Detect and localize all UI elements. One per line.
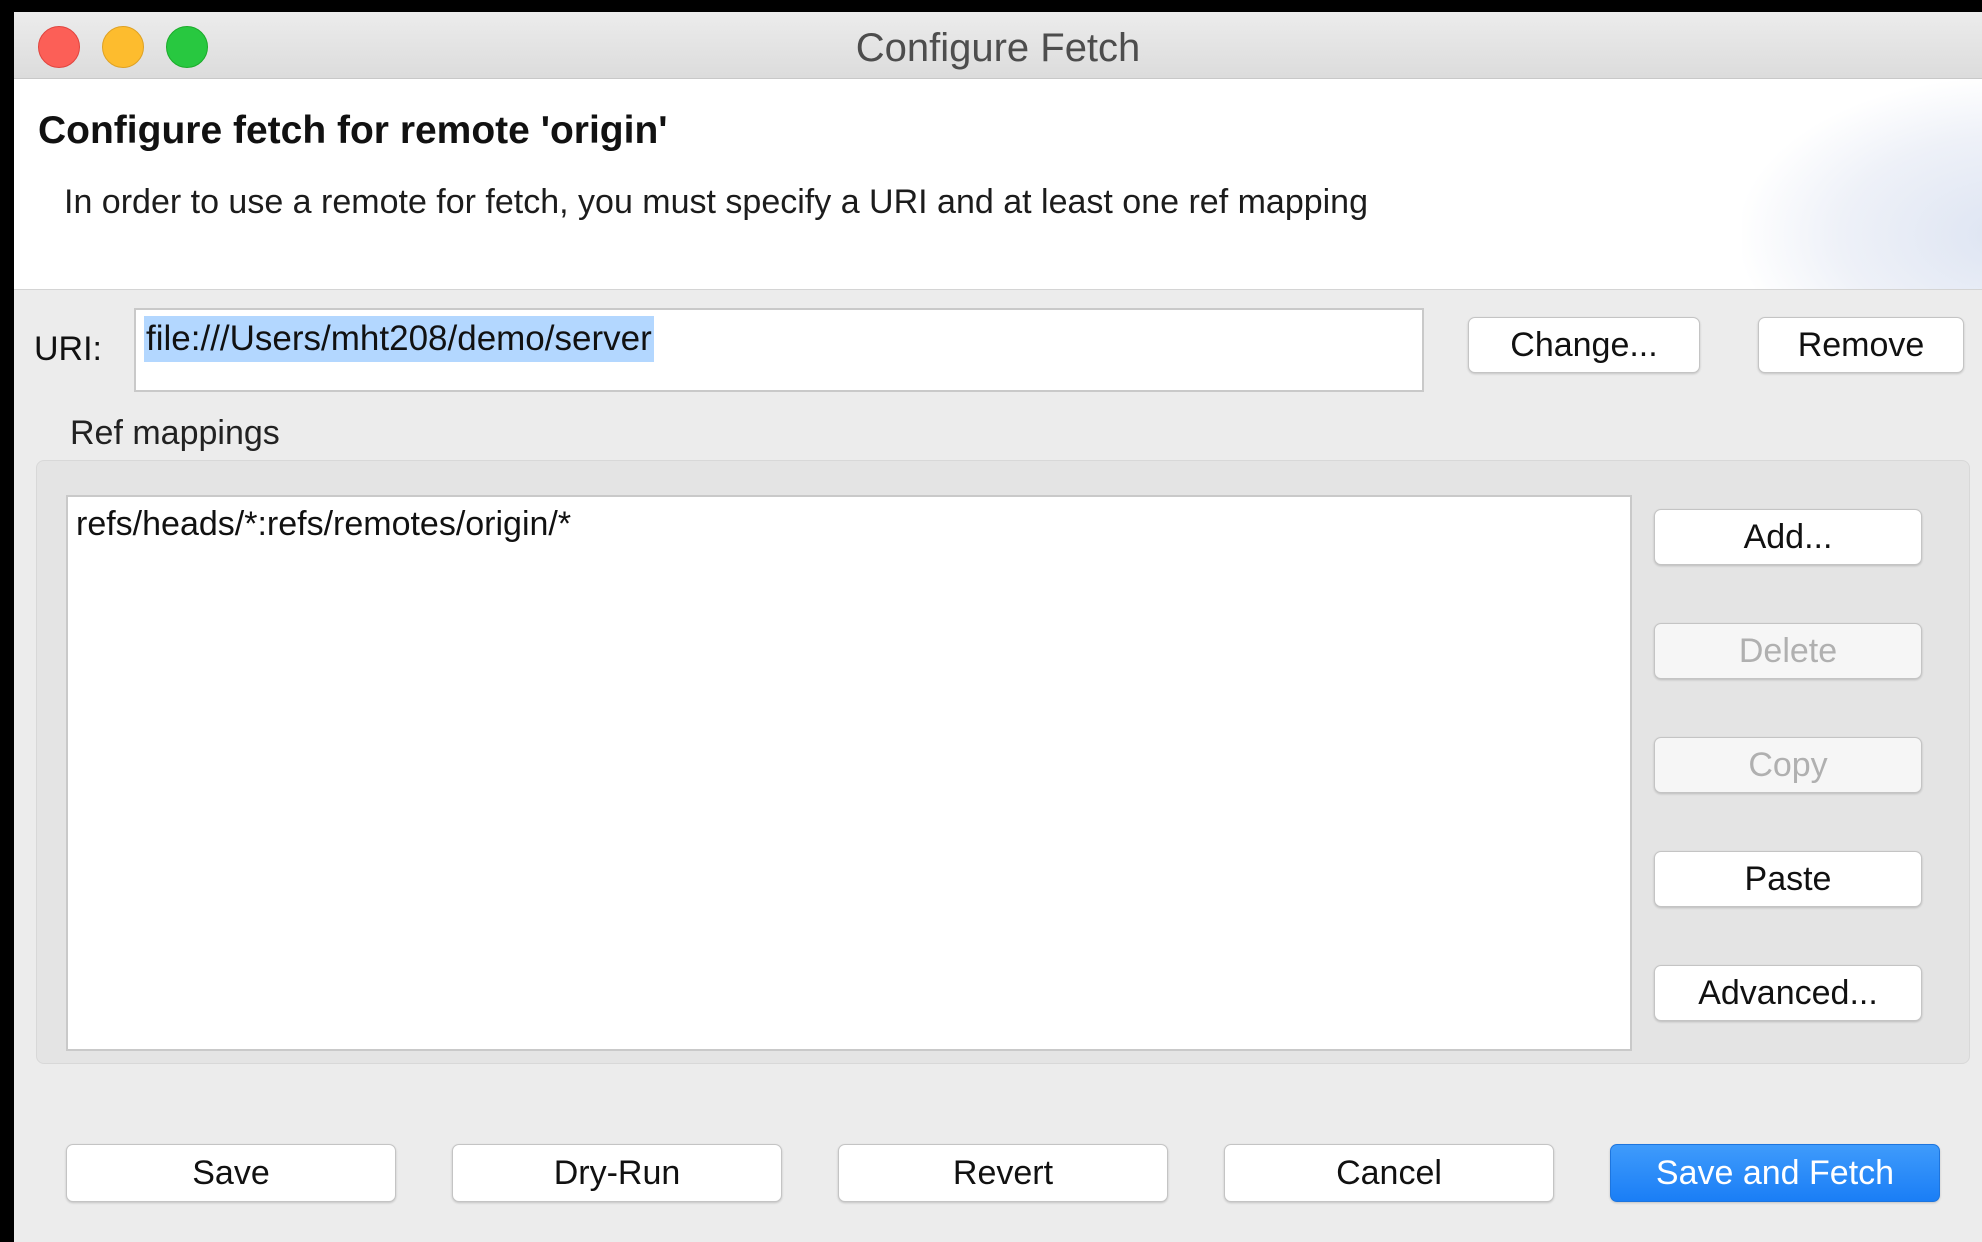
window-title: Configure Fetch [855,26,1141,70]
dialog-heading: Configure fetch for remote 'origin' [38,109,668,152]
ref-mappings-legend: Ref mappings [70,414,280,452]
title-bar[interactable]: Configure Fetch [14,12,1982,79]
configure-fetch-window: Configure Fetch Configure fetch for remo… [14,12,1982,1242]
uri-input-selected-text: file:///Users/mht208/demo/server [144,316,654,362]
banner-graphic [1742,79,1982,289]
cancel-button[interactable]: Cancel [1224,1144,1554,1202]
ref-mappings-list[interactable]: refs/heads/*:refs/remotes/origin/* [66,495,1632,1051]
remove-uri-button[interactable]: Remove [1758,317,1964,373]
uri-label: URI: [34,330,102,368]
uri-input[interactable]: file:///Users/mht208/demo/server [134,308,1424,392]
dialog-banner: Configure fetch for remote 'origin' In o… [14,79,1982,290]
revert-button[interactable]: Revert [838,1144,1168,1202]
dry-run-button[interactable]: Dry-Run [452,1144,782,1202]
change-uri-button[interactable]: Change... [1468,317,1700,373]
save-button[interactable]: Save [66,1144,396,1202]
add-ref-button[interactable]: Add... [1654,509,1922,565]
advanced-ref-button[interactable]: Advanced... [1654,965,1922,1021]
dialog-description: In order to use a remote for fetch, you … [64,183,1369,221]
delete-ref-button[interactable]: Delete [1654,623,1922,679]
copy-ref-button[interactable]: Copy [1654,737,1922,793]
list-item[interactable]: refs/heads/*:refs/remotes/origin/* [76,505,571,544]
paste-ref-button[interactable]: Paste [1654,851,1922,907]
save-and-fetch-button[interactable]: Save and Fetch [1610,1144,1940,1202]
